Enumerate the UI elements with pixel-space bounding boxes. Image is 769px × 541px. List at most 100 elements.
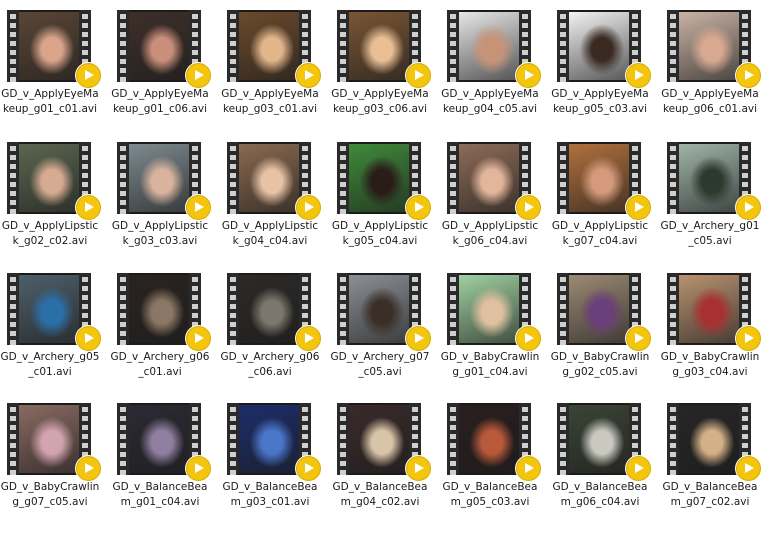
play-icon [296, 326, 321, 351]
file-item[interactable]: GD_v_ApplyEyeMakeup_g03_c06.avi [331, 0, 438, 128]
play-icon [406, 326, 431, 351]
file-item[interactable]: GD_v_BalanceBeam_g07_c02.avi [663, 393, 768, 521]
film-strip-perforation [337, 142, 349, 214]
film-strip-perforation [227, 403, 239, 475]
file-name: GD_v_ApplyLipstick_g06_c04.avi [441, 220, 539, 247]
film-strip-perforation [667, 273, 679, 345]
file-item[interactable]: GD_v_BabyCrawling_g03_c04.avi [661, 263, 768, 391]
play-icon [76, 456, 101, 481]
video-frame [459, 275, 519, 343]
file-item[interactable]: GD_v_Archery_g06_c01.avi [111, 263, 218, 391]
file-item[interactable]: GD_v_BabyCrawling_g01_c04.avi [441, 263, 548, 391]
play-icon [186, 456, 211, 481]
file-item[interactable]: GD_v_ApplyEyeMakeup_g03_c01.avi [221, 0, 328, 128]
file-item[interactable]: GD_v_ApplyEyeMakeup_g05_c03.avi [551, 0, 658, 128]
video-frame [679, 12, 739, 80]
file-name: GD_v_ApplyEyeMakeup_g06_c01.avi [661, 88, 759, 115]
film-strip-perforation [557, 403, 569, 475]
video-frame [349, 12, 409, 80]
film-strip-perforation [227, 10, 239, 82]
play-icon [296, 195, 321, 220]
video-frame [239, 12, 299, 80]
film-strip-perforation [447, 10, 459, 82]
file-item[interactable]: GD_v_BabyCrawling_g07_c05.avi [1, 393, 108, 521]
file-item[interactable]: GD_v_BalanceBeam_g06_c04.avi [553, 393, 658, 521]
video-frame [459, 12, 519, 80]
file-name: GD_v_ApplyLipstick_g02_c02.avi [1, 220, 99, 247]
film-strip-perforation [117, 10, 129, 82]
play-icon [296, 63, 321, 88]
play-icon [186, 326, 211, 351]
video-frame [129, 275, 189, 343]
video-frame [459, 405, 519, 473]
file-item[interactable]: GD_v_ApplyEyeMakeup_g01_c01.avi [1, 0, 108, 128]
file-item[interactable]: GD_v_ApplyLipstick_g04_c04.avi [222, 132, 328, 260]
file-item[interactable]: GD_v_BalanceBeam_g03_c01.avi [223, 393, 328, 521]
film-strip-perforation [557, 10, 569, 82]
file-name: GD_v_BalanceBeam_g07_c02.avi [662, 481, 758, 508]
video-frame [349, 275, 409, 343]
film-strip-perforation [7, 403, 19, 475]
file-item[interactable]: GD_v_ApplyLipstick_g03_c03.avi [112, 132, 218, 260]
film-strip-perforation [337, 273, 349, 345]
file-name: GD_v_Archery_g06_c06.avi [220, 351, 320, 378]
file-item[interactable]: GD_v_ApplyLipstick_g06_c04.avi [442, 132, 548, 260]
play-icon [186, 63, 211, 88]
file-item[interactable]: GD_v_Archery_g01_c05.avi [661, 132, 768, 260]
file-grid: GD_v_ApplyEyeMakeup_g01_c01.avi GD_v_Appl… [0, 0, 769, 541]
play-icon [626, 195, 651, 220]
file-item[interactable]: GD_v_Archery_g05_c01.avi [1, 263, 108, 391]
video-frame [239, 144, 299, 212]
file-name: GD_v_ApplyEyeMakeup_g03_c06.avi [331, 88, 429, 115]
video-frame [569, 144, 629, 212]
video-frame [19, 12, 79, 80]
file-item[interactable]: GD_v_ApplyLipstick_g07_c04.avi [552, 132, 658, 260]
file-item[interactable]: GD_v_ApplyEyeMakeup_g06_c01.avi [661, 0, 768, 128]
file-item[interactable]: GD_v_ApplyLipstick_g05_c04.avi [332, 132, 438, 260]
film-strip-perforation [227, 273, 239, 345]
file-item[interactable]: GD_v_Archery_g06_c06.avi [221, 263, 328, 391]
film-strip-perforation [667, 142, 679, 214]
play-icon [736, 326, 761, 351]
film-strip-perforation [447, 403, 459, 475]
video-frame [569, 405, 629, 473]
file-item[interactable]: GD_v_BalanceBeam_g01_c04.avi [113, 393, 218, 521]
file-item[interactable]: GD_v_BalanceBeam_g04_c02.avi [333, 393, 438, 521]
file-name: GD_v_BabyCrawling_g07_c05.avi [0, 481, 100, 508]
video-frame [569, 275, 629, 343]
file-item[interactable]: GD_v_BabyCrawling_g02_c05.avi [551, 263, 658, 391]
play-icon [626, 456, 651, 481]
film-strip-perforation [117, 142, 129, 214]
video-frame [19, 275, 79, 343]
file-name: GD_v_BabyCrawling_g02_c05.avi [550, 351, 650, 378]
play-icon [406, 456, 431, 481]
video-frame [349, 144, 409, 212]
file-name: GD_v_ApplyLipstick_g03_c03.avi [111, 220, 209, 247]
film-strip-perforation [337, 10, 349, 82]
file-name: GD_v_ApplyEyeMakeup_g01_c01.avi [1, 88, 99, 115]
play-icon [516, 456, 541, 481]
film-strip-perforation [447, 273, 459, 345]
video-frame [129, 405, 189, 473]
file-name: GD_v_BalanceBeam_g05_c03.avi [442, 481, 538, 508]
video-frame [19, 405, 79, 473]
file-item[interactable]: GD_v_Archery_g07_c05.avi [331, 263, 438, 391]
file-name: GD_v_Archery_g07_c05.avi [330, 351, 430, 378]
file-item[interactable]: GD_v_ApplyEyeMakeup_g04_c05.avi [441, 0, 548, 128]
file-item[interactable]: GD_v_BalanceBeam_g05_c03.avi [443, 393, 548, 521]
file-name: GD_v_BabyCrawling_g01_c04.avi [440, 351, 540, 378]
file-name: GD_v_ApplyEyeMakeup_g05_c03.avi [551, 88, 649, 115]
film-strip-perforation [667, 10, 679, 82]
file-item[interactable]: GD_v_ApplyLipstick_g02_c02.avi [2, 132, 108, 260]
film-strip-perforation [7, 142, 19, 214]
file-name: GD_v_ApplyLipstick_g07_c04.avi [551, 220, 649, 247]
film-strip-perforation [117, 403, 129, 475]
play-icon [406, 195, 431, 220]
file-name: GD_v_ApplyEyeMakeup_g01_c06.avi [111, 88, 209, 115]
film-strip-perforation [557, 142, 569, 214]
film-strip-perforation [667, 403, 679, 475]
file-name: GD_v_BalanceBeam_g03_c01.avi [222, 481, 318, 508]
file-name: GD_v_BalanceBeam_g06_c04.avi [552, 481, 648, 508]
video-frame [459, 144, 519, 212]
file-item[interactable]: GD_v_ApplyEyeMakeup_g01_c06.avi [111, 0, 218, 128]
